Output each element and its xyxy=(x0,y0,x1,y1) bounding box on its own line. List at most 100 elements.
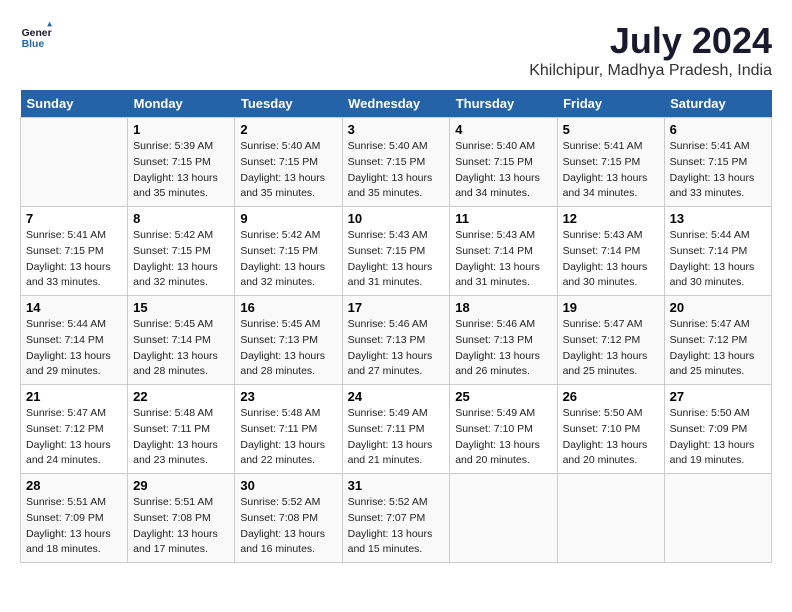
day-number: 29 xyxy=(133,478,229,493)
month-year: July 2024 xyxy=(529,20,772,62)
cell-info: Sunrise: 5:46 AM Sunset: 7:13 PM Dayligh… xyxy=(455,317,551,380)
calendar-cell: 28 Sunrise: 5:51 AM Sunset: 7:09 PM Dayli… xyxy=(21,474,128,563)
calendar-cell: 11 Sunrise: 5:43 AM Sunset: 7:14 PM Dayli… xyxy=(450,207,557,296)
day-number: 14 xyxy=(26,300,122,315)
cell-info: Sunrise: 5:46 AM Sunset: 7:13 PM Dayligh… xyxy=(348,317,445,380)
calendar-cell: 7 Sunrise: 5:41 AM Sunset: 7:15 PM Daylig… xyxy=(21,207,128,296)
day-number: 30 xyxy=(240,478,336,493)
calendar-cell: 17 Sunrise: 5:46 AM Sunset: 7:13 PM Dayli… xyxy=(342,296,450,385)
calendar-cell: 25Sunrise: 5:49 AM Sunset: 7:10 PM Dayli… xyxy=(450,385,557,474)
calendar-cell: 4 Sunrise: 5:40 AM Sunset: 7:15 PM Daylig… xyxy=(450,118,557,207)
cell-info: Sunrise: 5:41 AM Sunset: 7:15 PM Dayligh… xyxy=(563,139,659,202)
cell-info: Sunrise: 5:42 AM Sunset: 7:15 PM Dayligh… xyxy=(240,228,336,291)
day-number: 6 xyxy=(670,122,766,137)
cell-info: Sunrise: 5:44 AM Sunset: 7:14 PM Dayligh… xyxy=(670,228,766,291)
calendar-cell: 30 Sunrise: 5:52 AM Sunset: 7:08 PM Dayli… xyxy=(235,474,342,563)
day-number: 10 xyxy=(348,211,445,226)
cell-info: Sunrise: 5:41 AM Sunset: 7:15 PM Dayligh… xyxy=(26,228,122,291)
calendar-cell: 13Sunrise: 5:44 AM Sunset: 7:14 PM Dayli… xyxy=(664,207,771,296)
day-number: 7 xyxy=(26,211,122,226)
calendar-table: SundayMondayTuesdayWednesdayThursdayFrid… xyxy=(20,90,772,563)
cell-info: Sunrise: 5:44 AM Sunset: 7:14 PM Dayligh… xyxy=(26,317,122,380)
day-number: 17 xyxy=(348,300,445,315)
calendar-cell: 15 Sunrise: 5:45 AM Sunset: 7:14 PM Dayli… xyxy=(128,296,235,385)
day-number: 20 xyxy=(670,300,766,315)
calendar-cell: 6 Sunrise: 5:41 AM Sunset: 7:15 PM Daylig… xyxy=(664,118,771,207)
calendar-cell: 2 Sunrise: 5:40 AM Sunset: 7:15 PM Daylig… xyxy=(235,118,342,207)
calendar-cell: 12 Sunrise: 5:43 AM Sunset: 7:14 PM Dayli… xyxy=(557,207,664,296)
day-number: 23 xyxy=(240,389,336,404)
day-number: 21 xyxy=(26,389,122,404)
day-number: 11 xyxy=(455,211,551,226)
cell-info: Sunrise: 5:41 AM Sunset: 7:15 PM Dayligh… xyxy=(670,139,766,202)
logo-icon: General Blue xyxy=(20,20,52,52)
cell-info: Sunrise: 5:52 AM Sunset: 7:08 PM Dayligh… xyxy=(240,495,336,558)
cell-info: Sunrise: 5:49 AM Sunset: 7:11 PM Dayligh… xyxy=(348,406,445,469)
cell-info: Sunrise: 5:50 AM Sunset: 7:09 PM Dayligh… xyxy=(670,406,766,469)
day-number: 27 xyxy=(670,389,766,404)
calendar-cell: 9 Sunrise: 5:42 AM Sunset: 7:15 PM Daylig… xyxy=(235,207,342,296)
calendar-cell xyxy=(557,474,664,563)
weekday-header-row: SundayMondayTuesdayWednesdayThursdayFrid… xyxy=(21,90,772,118)
calendar-week-row: 21 Sunrise: 5:47 AM Sunset: 7:12 PM Dayli… xyxy=(21,385,772,474)
cell-info: Sunrise: 5:43 AM Sunset: 7:14 PM Dayligh… xyxy=(563,228,659,291)
svg-text:Blue: Blue xyxy=(22,39,45,50)
calendar-cell: 29Sunrise: 5:51 AM Sunset: 7:08 PM Dayli… xyxy=(128,474,235,563)
cell-info: Sunrise: 5:47 AM Sunset: 7:12 PM Dayligh… xyxy=(670,317,766,380)
title-block: July 2024 Khilchipur, Madhya Pradesh, In… xyxy=(529,20,772,80)
cell-info: Sunrise: 5:40 AM Sunset: 7:15 PM Dayligh… xyxy=(348,139,445,202)
day-number: 26 xyxy=(563,389,659,404)
cell-info: Sunrise: 5:45 AM Sunset: 7:13 PM Dayligh… xyxy=(240,317,336,380)
calendar-cell: 22 Sunrise: 5:48 AM Sunset: 7:11 PM Dayli… xyxy=(128,385,235,474)
day-number: 4 xyxy=(455,122,551,137)
cell-info: Sunrise: 5:45 AM Sunset: 7:14 PM Dayligh… xyxy=(133,317,229,380)
cell-info: Sunrise: 5:40 AM Sunset: 7:15 PM Dayligh… xyxy=(240,139,336,202)
cell-info: Sunrise: 5:51 AM Sunset: 7:09 PM Dayligh… xyxy=(26,495,122,558)
cell-info: Sunrise: 5:47 AM Sunset: 7:12 PM Dayligh… xyxy=(26,406,122,469)
cell-info: Sunrise: 5:42 AM Sunset: 7:15 PM Dayligh… xyxy=(133,228,229,291)
day-number: 31 xyxy=(348,478,445,493)
day-number: 12 xyxy=(563,211,659,226)
cell-info: Sunrise: 5:47 AM Sunset: 7:12 PM Dayligh… xyxy=(563,317,659,380)
day-number: 28 xyxy=(26,478,122,493)
weekday-header-cell: Sunday xyxy=(21,90,128,118)
calendar-cell xyxy=(21,118,128,207)
calendar-cell: 5Sunrise: 5:41 AM Sunset: 7:15 PM Daylig… xyxy=(557,118,664,207)
location: Khilchipur, Madhya Pradesh, India xyxy=(529,62,772,80)
day-number: 18 xyxy=(455,300,551,315)
calendar-cell: 23 Sunrise: 5:48 AM Sunset: 7:11 PM Dayli… xyxy=(235,385,342,474)
calendar-body: 1 Sunrise: 5:39 AM Sunset: 7:15 PM Daylig… xyxy=(21,118,772,563)
day-number: 3 xyxy=(348,122,445,137)
calendar-cell xyxy=(664,474,771,563)
cell-info: Sunrise: 5:48 AM Sunset: 7:11 PM Dayligh… xyxy=(133,406,229,469)
day-number: 16 xyxy=(240,300,336,315)
logo: General Blue xyxy=(20,20,52,52)
calendar-cell: 27 Sunrise: 5:50 AM Sunset: 7:09 PM Dayli… xyxy=(664,385,771,474)
calendar-cell: 26Sunrise: 5:50 AM Sunset: 7:10 PM Dayli… xyxy=(557,385,664,474)
day-number: 15 xyxy=(133,300,229,315)
calendar-cell: 24 Sunrise: 5:49 AM Sunset: 7:11 PM Dayli… xyxy=(342,385,450,474)
day-number: 9 xyxy=(240,211,336,226)
calendar-cell: 31Sunrise: 5:52 AM Sunset: 7:07 PM Dayli… xyxy=(342,474,450,563)
calendar-cell: 3 Sunrise: 5:40 AM Sunset: 7:15 PM Daylig… xyxy=(342,118,450,207)
cell-info: Sunrise: 5:48 AM Sunset: 7:11 PM Dayligh… xyxy=(240,406,336,469)
calendar-cell: 19 Sunrise: 5:47 AM Sunset: 7:12 PM Dayli… xyxy=(557,296,664,385)
svg-text:General: General xyxy=(22,28,52,39)
cell-info: Sunrise: 5:43 AM Sunset: 7:14 PM Dayligh… xyxy=(455,228,551,291)
weekday-header-cell: Tuesday xyxy=(235,90,342,118)
calendar-cell xyxy=(450,474,557,563)
day-number: 22 xyxy=(133,389,229,404)
calendar-cell: 14 Sunrise: 5:44 AM Sunset: 7:14 PM Dayli… xyxy=(21,296,128,385)
page-header: General Blue July 2024 Khilchipur, Madhy… xyxy=(20,20,772,80)
weekday-header-cell: Saturday xyxy=(664,90,771,118)
day-number: 19 xyxy=(563,300,659,315)
day-number: 25 xyxy=(455,389,551,404)
cell-info: Sunrise: 5:40 AM Sunset: 7:15 PM Dayligh… xyxy=(455,139,551,202)
day-number: 1 xyxy=(133,122,229,137)
calendar-week-row: 14 Sunrise: 5:44 AM Sunset: 7:14 PM Dayli… xyxy=(21,296,772,385)
cell-info: Sunrise: 5:39 AM Sunset: 7:15 PM Dayligh… xyxy=(133,139,229,202)
day-number: 8 xyxy=(133,211,229,226)
day-number: 24 xyxy=(348,389,445,404)
day-number: 2 xyxy=(240,122,336,137)
weekday-header-cell: Thursday xyxy=(450,90,557,118)
